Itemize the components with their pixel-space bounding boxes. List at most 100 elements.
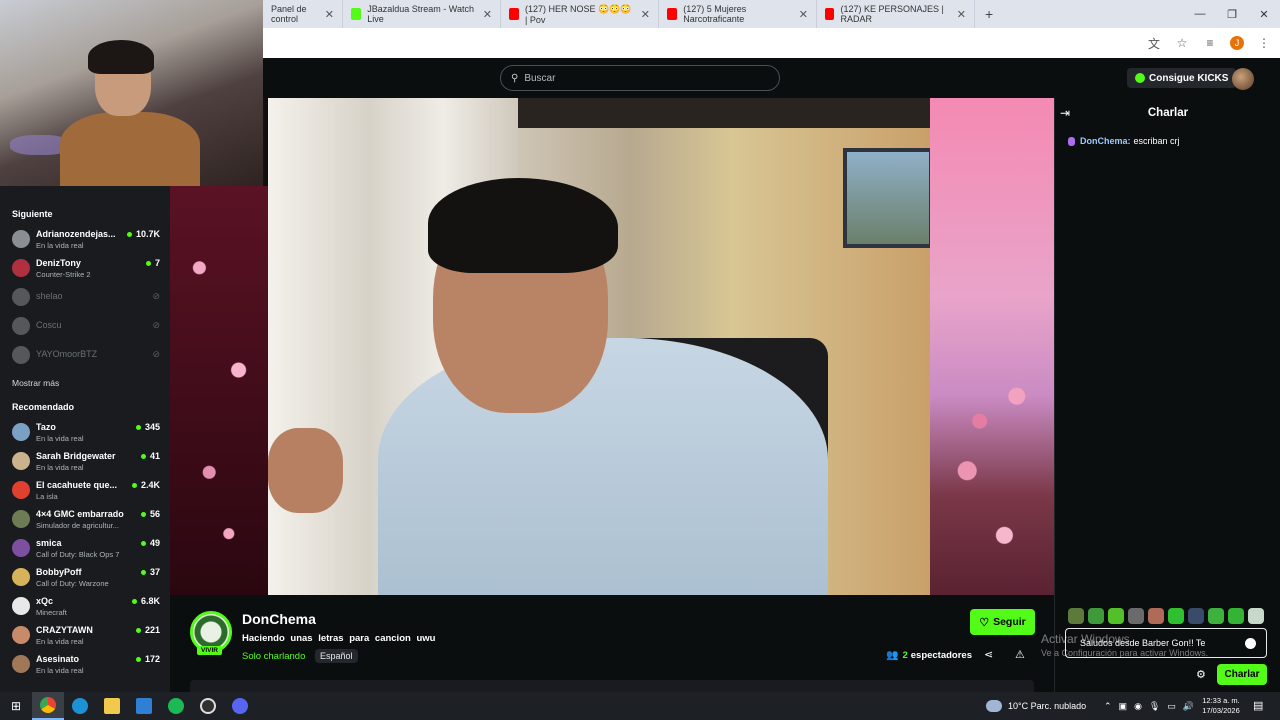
emote-icon[interactable] [1228,608,1244,624]
close-icon[interactable]: ✕ [633,8,650,21]
minimize-icon[interactable]: — [1184,8,1216,20]
emote-icon[interactable] [1108,608,1124,624]
channel-name-large[interactable]: DonChema [242,611,316,627]
search-icon: ⚲ [511,72,519,84]
live-badge: VIVIR [197,646,222,655]
video-player[interactable] [268,98,930,595]
live-dot-icon [131,482,137,488]
close-icon[interactable]: ✕ [949,8,966,21]
language-tag[interactable]: Español [315,649,358,663]
discord-taskbar-icon[interactable] [224,692,256,720]
live-dot-icon [135,656,141,662]
channel-name: shelao [36,291,63,301]
emote-icon[interactable] [1068,608,1084,624]
sidebar-channel[interactable]: DenizTony Counter-Strike 2 7 [0,253,170,282]
sidebar-channel[interactable]: Sarah Bridgewater En la vida real 41 [0,446,170,475]
explorer-taskbar-icon[interactable] [96,692,128,720]
spotify-taskbar-icon[interactable] [160,692,192,720]
send-chat-button[interactable]: Charlar [1217,664,1267,685]
network-icon[interactable]: ▭ [1167,701,1176,712]
browser-tab[interactable]: Panel de control ✕ [263,0,343,28]
emote-icon[interactable] [1208,608,1224,624]
media-controls-icon[interactable]: ≡ [1202,35,1218,51]
restore-icon[interactable]: ❐ [1216,8,1248,21]
stream-title: Haciendo unas letras para cancion uwu [242,633,436,644]
viewer-count: 7 [145,258,160,268]
mail-taskbar-icon[interactable] [128,692,160,720]
streamer-hair [428,178,618,273]
chat-settings-icon[interactable]: ⚙ [1196,668,1206,681]
channel-category: Simulador de agricultur... [36,521,119,530]
sidebar-channel[interactable]: BobbyPoff Call of Duty: Warzone 37 [0,562,170,591]
profile-avatar[interactable]: J [1230,36,1244,50]
sidebar-channel[interactable]: Asesinato En la vida real 172 [0,649,170,678]
emote-icon[interactable] [1168,608,1184,624]
emote-icon[interactable] [1088,608,1104,624]
sidebar-channel[interactable]: CRAZYTAWN En la vida real 221 [0,620,170,649]
offline-icon: ⊘ [152,349,160,359]
notifications-icon[interactable]: ▤ [1253,699,1263,712]
emote-icon[interactable] [1148,608,1164,624]
chrome-taskbar-icon[interactable] [32,692,64,720]
sidebar-channel[interactable]: El cacahuete que... La isla 2.4K [0,475,170,504]
close-icon[interactable]: ✕ [317,8,334,21]
more-menu-icon[interactable]: ⋮ [1256,35,1272,51]
user-avatar[interactable] [1232,68,1254,90]
viewer-count-value: 6.8K [140,596,160,606]
windows-start-icon[interactable]: ⊞ [0,699,32,713]
viewer-count-value: 49 [149,538,160,548]
share-icon[interactable]: ⋖ [984,648,993,661]
show-more-link[interactable]: Mostrar más [0,369,170,397]
search-input[interactable]: ⚲ Buscar [500,65,780,91]
sidebar-channel[interactable]: Tazo En la vida real 345 [0,417,170,446]
close-icon[interactable]: ✕ [791,8,808,21]
emote-icon[interactable] [1128,608,1144,624]
sidebar-channel[interactable]: Adrianozendejas... En la vida real 10.7K [0,224,170,253]
close-window-icon[interactable]: ✕ [1248,8,1280,21]
collapse-chat-icon[interactable]: ⇥ [1060,106,1070,120]
sidebar-channel[interactable]: 4×4 GMC embarrado Simulador de agricultu… [0,504,170,533]
live-dot-icon [140,453,146,459]
chat-text: escriban crj [1133,136,1180,146]
close-icon[interactable]: ✕ [475,8,492,21]
sidebar-channel[interactable]: shelao ⊘ [0,282,170,311]
weather-widget[interactable]: 10°C Parc. nublado [986,692,1086,720]
volume-icon[interactable]: 🔊 [1183,701,1194,712]
browser-tab[interactable]: (127) KE PERSONAJES | RADAR ✕ [817,0,975,28]
sidebar-channel[interactable]: YAYOmoorBTZ ⊘ [0,340,170,369]
emoji-picker-icon[interactable] [1245,638,1256,649]
viewer-count: 6.8K [131,596,160,606]
kick-favicon-icon [351,8,362,20]
bookmark-star-icon[interactable]: ☆ [1174,35,1190,51]
get-kicks-button[interactable]: Consigue KICKS [1127,68,1237,88]
chat-username[interactable]: DonChema: [1080,136,1131,146]
sidebar-channel[interactable]: smica Call of Duty: Black Ops 7 49 [0,533,170,562]
stream-category-link[interactable]: Solo charlando [242,651,305,662]
channel-avatar [12,626,30,644]
browser-tab[interactable]: JBazaldua Stream - Watch Live ✕ [343,0,501,28]
new-tab-button[interactable]: + [975,6,1003,22]
viewer-count: 10.7K [126,229,160,239]
browser-tab[interactable]: (127) 5 Mujeres Narcotraficante ✕ [659,0,817,28]
report-icon[interactable]: ⚠ [1015,648,1025,661]
chevron-up-icon[interactable]: ⌃ [1104,701,1112,712]
users-icon: 👥 [886,650,899,661]
channel-name: El cacahuete que... [36,480,118,490]
emote-icon[interactable] [1248,608,1264,624]
sidebar-channel[interactable]: Coscu ⊘ [0,311,170,340]
emote-icon[interactable] [1188,608,1204,624]
microphone-icon[interactable]: 🎙 [1149,701,1160,712]
obs-taskbar-icon[interactable] [192,692,224,720]
translate-icon[interactable]: 文 [1146,35,1162,51]
emote-bar [1068,608,1264,624]
sidebar: Siguiente Adrianozendejas... En la vida … [0,186,170,692]
viewer-count: 37 [140,567,160,577]
follow-button[interactable]: ♡ Seguir [970,609,1035,635]
clock[interactable]: 12:33 a. m. 17/03/2026 [1200,696,1242,716]
live-dot-icon [140,511,146,517]
tray-app-icon[interactable]: ▣ [1119,701,1128,712]
sidebar-channel[interactable]: xQc Minecraft 6.8K [0,591,170,620]
tray-app-icon[interactable]: ◉ [1134,701,1142,712]
edge-taskbar-icon[interactable] [64,692,96,720]
browser-tab[interactable]: (127) HER NOSE 😳😳😳 | Pov ✕ [501,0,659,28]
